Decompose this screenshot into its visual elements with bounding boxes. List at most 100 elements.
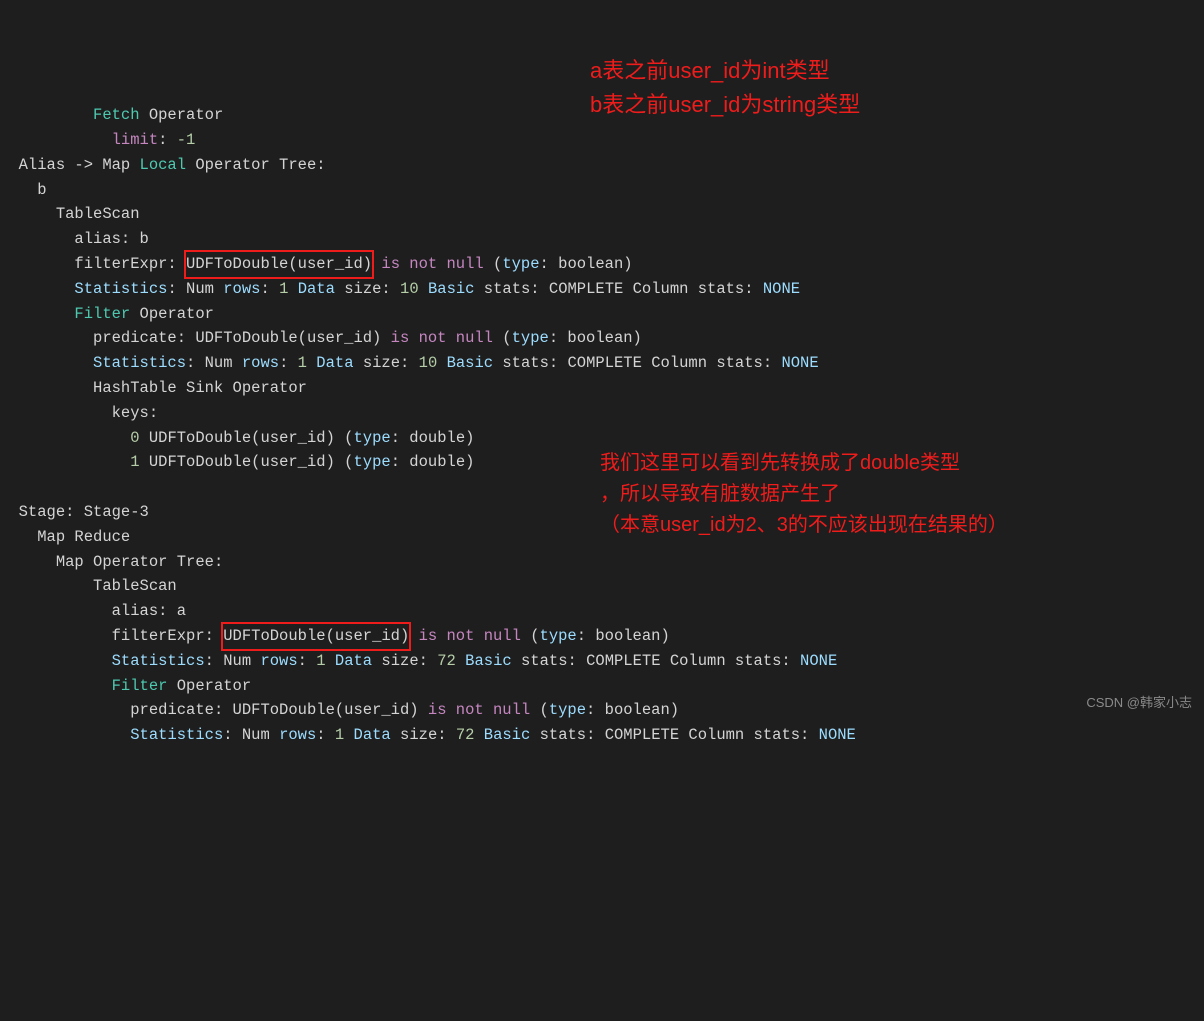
sp <box>288 280 297 298</box>
alias-b: b <box>37 181 46 199</box>
keyword-data: Data <box>335 652 372 670</box>
text-tablescan: TableScan <box>56 205 140 223</box>
text-num: : Num <box>223 726 279 744</box>
text-double: : double) <box>391 429 475 447</box>
value-rows: 1 <box>298 354 307 372</box>
text-boolean: : boolean) <box>577 627 670 645</box>
watermark: CSDN @韩家小志 <box>1086 693 1192 714</box>
annotation-top-line1: a表之前user_id为int类型 <box>590 54 860 88</box>
keyword-basic: Basic <box>465 652 512 670</box>
sp <box>344 726 353 744</box>
text-filterexpr: filterExpr: <box>112 627 224 645</box>
sp <box>437 354 446 372</box>
keyword-rows: rows <box>242 354 279 372</box>
key-index-0: 0 <box>130 429 139 447</box>
keyword-basic: Basic <box>447 354 494 372</box>
text-keys: keys: <box>112 404 159 422</box>
paren: ( <box>530 701 549 719</box>
text-num: : Num <box>186 354 242 372</box>
highlight-box-2: UDFToDouble(user_id) <box>221 622 411 651</box>
paren: ( <box>493 329 512 347</box>
sp <box>419 280 428 298</box>
text-stats: stats: COMPLETE Column stats: <box>474 280 762 298</box>
sp <box>409 627 418 645</box>
sp <box>456 652 465 670</box>
highlight-box-1: UDFToDouble(user_id) <box>184 250 374 279</box>
paren: ( <box>484 255 503 273</box>
keyword-isnotnull: is not null <box>391 329 493 347</box>
value-rows: 1 <box>335 726 344 744</box>
value-rows: 1 <box>279 280 288 298</box>
keyword-none: NONE <box>763 280 800 298</box>
text-predicate: predicate: UDFToDouble(user_id) <box>93 329 391 347</box>
colon: : <box>158 131 177 149</box>
keyword-basic: Basic <box>484 726 531 744</box>
keyword-statistics: Statistics <box>130 726 223 744</box>
text-boolean: : boolean) <box>549 329 642 347</box>
keyword-local: Local <box>140 156 187 174</box>
sp <box>372 255 381 273</box>
text-boolean: : boolean) <box>586 701 679 719</box>
colon: : <box>279 354 298 372</box>
value-limit: -1 <box>177 131 196 149</box>
sp <box>474 726 483 744</box>
value-size: 72 <box>456 726 475 744</box>
sp <box>307 354 316 372</box>
keyword-basic: Basic <box>428 280 475 298</box>
text-udf: UDFToDouble(user_id) ( <box>140 453 354 471</box>
keyword-none: NONE <box>819 726 856 744</box>
text-boolean: : boolean) <box>540 255 633 273</box>
value-size: 10 <box>400 280 419 298</box>
colon: : <box>298 652 317 670</box>
text-stats: stats: COMPLETE Column stats: <box>530 726 818 744</box>
text-tablescan: TableScan <box>93 577 177 595</box>
text-map-reduce: Map Reduce <box>37 528 130 546</box>
text-num: : Num <box>167 280 223 298</box>
keyword-type: type <box>540 627 577 645</box>
keyword-type: type <box>502 255 539 273</box>
sp <box>326 652 335 670</box>
keyword-rows: rows <box>223 280 260 298</box>
keyword-data: Data <box>316 354 353 372</box>
text-filterexpr: filterExpr: <box>74 255 186 273</box>
keyword-none: NONE <box>800 652 837 670</box>
keyword-statistics: Statistics <box>74 280 167 298</box>
text-size: size: <box>354 354 419 372</box>
text-stats: stats: COMPLETE Column stats: <box>493 354 781 372</box>
keyword-data: Data <box>354 726 391 744</box>
keyword-limit: limit <box>112 131 159 149</box>
text-map-operator-tree: Map Operator Tree: <box>56 553 223 571</box>
keyword-type: type <box>353 453 390 471</box>
colon: : <box>260 280 279 298</box>
keyword-fetch: Fetch <box>93 106 140 124</box>
value-rows: 1 <box>316 652 325 670</box>
text-stage-3: Stage: Stage-3 <box>19 503 149 521</box>
text-alias-map: Alias -> Map <box>19 156 140 174</box>
keyword-filter: Filter <box>112 677 168 695</box>
text-udf: UDFToDouble(user_id) ( <box>140 429 354 447</box>
paren: ( <box>521 627 540 645</box>
text-predicate: predicate: UDFToDouble(user_id) <box>130 701 428 719</box>
text-operator: Operator <box>130 305 214 323</box>
keyword-statistics: Statistics <box>112 652 205 670</box>
value-size: 10 <box>419 354 438 372</box>
text-alias-b: alias: b <box>74 230 148 248</box>
keyword-statistics: Statistics <box>93 354 186 372</box>
text-hashtable-sink: HashTable Sink Operator <box>93 379 307 397</box>
text-operator-tree: Operator Tree: <box>186 156 326 174</box>
text-num: : Num <box>205 652 261 670</box>
text-operator: Operator <box>140 106 224 124</box>
colon: : <box>316 726 335 744</box>
text-size: size: <box>335 280 400 298</box>
keyword-rows: rows <box>279 726 316 744</box>
text-size: size: <box>372 652 437 670</box>
keyword-isnotnull: is not null <box>428 701 530 719</box>
keyword-filter: Filter <box>74 305 130 323</box>
keyword-type: type <box>353 429 390 447</box>
keyword-rows: rows <box>260 652 297 670</box>
text-stats: stats: COMPLETE Column stats: <box>512 652 800 670</box>
keyword-type: type <box>549 701 586 719</box>
keyword-isnotnull: is not null <box>419 627 521 645</box>
text-double: : double) <box>391 453 475 471</box>
text-alias-a: alias: a <box>112 602 186 620</box>
